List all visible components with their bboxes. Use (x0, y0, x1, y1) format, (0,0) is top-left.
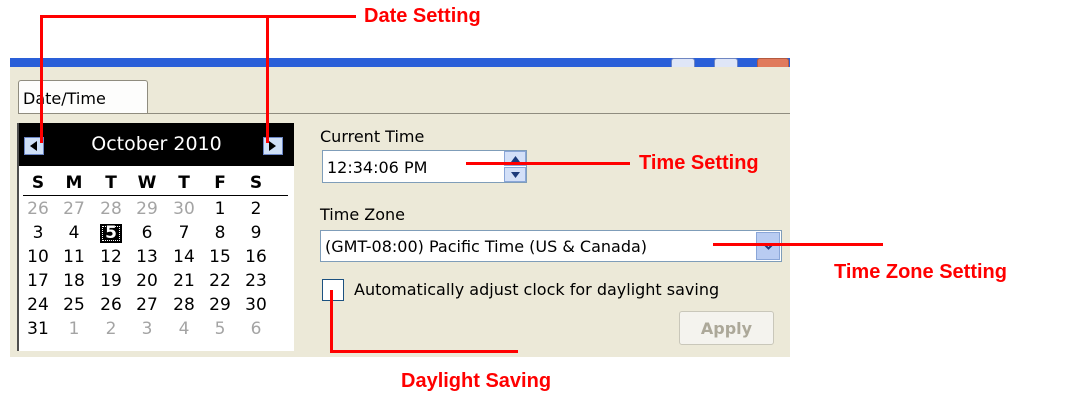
calendar-day[interactable]: 14 (166, 247, 202, 268)
calendar-day[interactable]: 26 (20, 199, 56, 220)
calendar-day[interactable]: 28 (166, 295, 202, 316)
calendar-day[interactable]: 4 (166, 319, 202, 340)
daylight-saving-label: Automatically adjust clock for daylight … (354, 280, 720, 299)
daylight-saving-annotation: Daylight Saving (401, 370, 552, 392)
calendar-day[interactable]: 29 (202, 295, 238, 316)
tab-date-time-label: Date/Time (23, 89, 106, 108)
calendar-day[interactable]: 13 (129, 247, 165, 268)
time-zone-label: Time Zone (320, 205, 405, 224)
calendar-day[interactable]: 12 (93, 247, 129, 268)
month-calendar: October 2010 SMTWTFS 26 27 28 29 30 1 2 3 4 5 6 7 8 9… (17, 123, 294, 351)
calendar-day[interactable]: 10 (20, 247, 56, 268)
time-decrement-button[interactable] (504, 167, 526, 182)
time-zone-dropdown-button[interactable] (756, 232, 780, 260)
calendar-day[interactable]: 15 (202, 247, 238, 268)
current-time-value: 12:34:06 PM (327, 158, 428, 177)
calendar-day[interactable]: 29 (129, 199, 165, 220)
daylight-saving-callout-line (330, 350, 518, 353)
calendar-day[interactable]: 21 (166, 271, 202, 292)
calendar-day[interactable]: 5 (202, 319, 238, 340)
calendar-day[interactable]: 18 (56, 271, 92, 292)
calendar-day[interactable]: 28 (93, 199, 129, 220)
time-zone-value: (GMT-08:00) Pacific Time (US & Canada) (325, 237, 648, 256)
apply-button-label: Apply (700, 319, 753, 338)
calendar-day[interactable]: 16 (238, 247, 274, 268)
calendar-day[interactable]: 3 (129, 319, 165, 340)
current-time-field[interactable]: 12:34:06 PM (322, 150, 527, 183)
calendar-day[interactable]: 22 (202, 271, 238, 292)
calendar-day[interactable]: 27 (56, 199, 92, 220)
calendar-day[interactable]: 2 (238, 199, 274, 220)
calendar-day[interactable]: 26 (93, 295, 129, 316)
date-time-dialog: Date/Time October 2010 SMTWTFS 26 27 28 29 3… (10, 67, 790, 357)
calendar-day[interactable]: 2 (93, 319, 129, 340)
calendar-day[interactable]: 19 (93, 271, 129, 292)
apply-button[interactable]: Apply (679, 311, 774, 345)
time-setting-annotation: Time Setting (639, 152, 759, 174)
time-setting-callout-line (466, 162, 630, 165)
calendar-day[interactable]: 1 (56, 319, 92, 340)
calendar-day[interactable]: 30 (238, 295, 274, 316)
daylight-saving-checkbox[interactable] (322, 279, 344, 301)
tab-date-time[interactable]: Date/Time (18, 80, 148, 114)
date-setting-annotation: Date Setting (364, 5, 481, 27)
timezone-setting-annotation: Time Zone Setting (834, 261, 1007, 283)
tab-panel-border (18, 113, 790, 114)
calendar-day[interactable]: 3 (20, 223, 56, 244)
calendar-day[interactable]: 9 (238, 223, 274, 244)
calendar-day[interactable]: 7 (166, 223, 202, 244)
calendar-day-grid: 26 27 28 29 30 1 2 3 4 5 6 7 8 9 10 11 12 13 14 15 16 17 18 19 2… (19, 123, 294, 351)
calendar-day[interactable]: 17 (20, 271, 56, 292)
down-arrow-icon (511, 172, 520, 178)
calendar-day[interactable]: 31 (20, 319, 56, 340)
calendar-day[interactable]: 6 (129, 223, 165, 244)
current-time-label: Current Time (320, 127, 425, 146)
calendar-day[interactable]: 4 (56, 223, 92, 244)
calendar-day[interactable]: 20 (129, 271, 165, 292)
calendar-day[interactable]: 27 (129, 295, 165, 316)
calendar-day[interactable]: 25 (56, 295, 92, 316)
calendar-day[interactable]: 6 (238, 319, 274, 340)
calendar-day[interactable]: 8 (202, 223, 238, 244)
daylight-saving-callout-stem (330, 290, 333, 353)
calendar-day[interactable]: 23 (238, 271, 274, 292)
time-zone-dropdown[interactable]: (GMT-08:00) Pacific Time (US & Canada) (320, 230, 782, 262)
calendar-day-selected[interactable]: 5 (93, 223, 129, 244)
calendar-day[interactable]: 30 (166, 199, 202, 220)
calendar-day[interactable]: 11 (56, 247, 92, 268)
date-setting-callout-line (40, 15, 356, 18)
calendar-day[interactable]: 1 (202, 199, 238, 220)
timezone-setting-callout-line (713, 243, 883, 246)
calendar-day[interactable]: 24 (20, 295, 56, 316)
